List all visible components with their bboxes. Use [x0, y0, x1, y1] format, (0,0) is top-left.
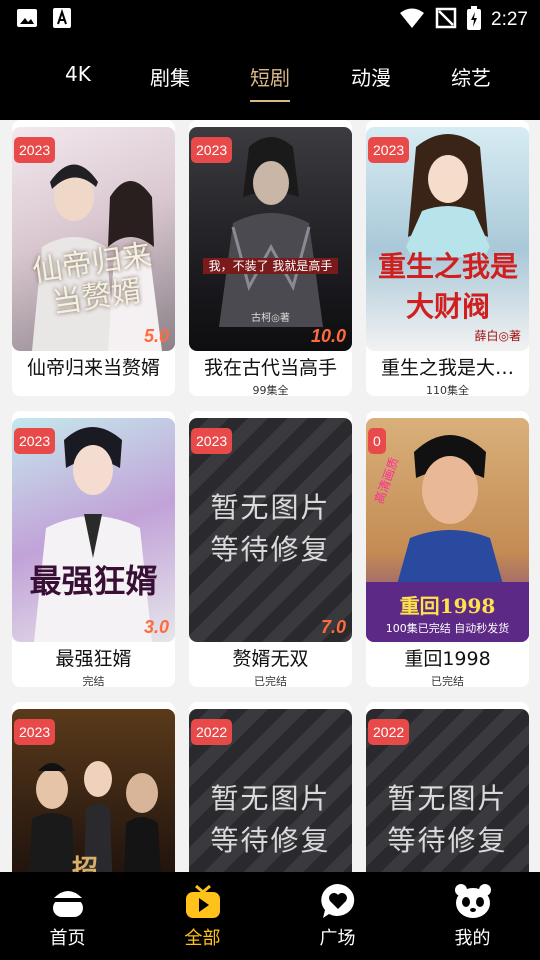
drama-poster-placeholder: 暂无图片 等待修复 2022	[366, 709, 529, 872]
no-image-text: 暂无图片	[387, 782, 508, 815]
tab-short-drama[interactable]: 短剧	[250, 62, 290, 91]
poster-title-art: 我，不装了 我就是高手	[202, 258, 339, 274]
bottom-nav: 首页 全部 广场 我的	[0, 872, 540, 960]
heart-bubble-icon	[319, 882, 357, 920]
drama-poster-placeholder: 暂无图片 等待修复 2023 7.0	[189, 418, 352, 642]
poster-author: 薛白◎著	[474, 329, 521, 343]
nav-label: 首页	[49, 928, 86, 949]
drama-title: 我在古代当高手	[203, 357, 337, 379]
tab-series[interactable]: 剧集	[150, 62, 190, 91]
nav-home[interactable]: 首页	[0, 872, 135, 960]
poster-tagline: 我，不装了 我就是高手	[189, 257, 352, 274]
poster-title-art: 重生之我是大财阀	[377, 250, 518, 323]
poster-author: 古柯◎著	[251, 313, 290, 324]
drama-card[interactable]: 招 2023	[12, 702, 175, 872]
drama-card[interactable]: 最强狂婿 2023 3.0 最强狂婿 完结	[12, 411, 175, 687]
rating-score: 3.0	[143, 617, 169, 637]
year-badge: 2023	[191, 137, 233, 163]
drama-episodes: 已完结	[254, 675, 287, 687]
no-signal-icon	[435, 7, 457, 33]
battery-charging-icon	[467, 6, 482, 34]
home-icon	[49, 882, 87, 920]
drama-card[interactable]: 我，不装了 我就是高手 古柯◎著 2023 10.0 我在古代当高手 99集全	[189, 120, 352, 396]
drama-poster: 我，不装了 我就是高手 古柯◎著 2023 10.0	[189, 127, 352, 351]
tab-4k[interactable]: 4K	[65, 62, 91, 86]
drama-episodes: 110集全	[426, 384, 469, 396]
drama-card[interactable]: 暂无图片 等待修复 2022	[366, 702, 529, 872]
drama-card[interactable]: 重回1998 100集已完结 自动秒发货 高清画质 0 重回1998 已完结	[366, 411, 529, 687]
poster-title-art: 重回1998	[399, 594, 496, 618]
drama-poster: 仙帝归来当赘婿 2023 5.0	[12, 127, 175, 351]
pending-fix-text: 等待修复	[210, 533, 331, 566]
drama-grid: 仙帝归来当赘婿 2023 5.0 仙帝归来当赘婿 我，不装了 我就是高手 古柯◎…	[0, 120, 540, 872]
no-image-text: 暂无图片	[210, 491, 331, 524]
drama-card[interactable]: 暂无图片 等待修复 2023 7.0 赘婿无双 已完结	[189, 411, 352, 687]
drama-poster: 重回1998 100集已完结 自动秒发货 高清画质 0	[366, 418, 529, 642]
year-badge: 0	[368, 428, 386, 454]
pending-fix-text: 等待修复	[210, 824, 331, 857]
drama-poster-placeholder: 暂无图片 等待修复 2022	[189, 709, 352, 872]
drama-poster: 招 2023	[12, 709, 175, 872]
drama-episodes: 已完结	[431, 675, 464, 687]
drama-title: 重回1998	[404, 648, 491, 670]
poster-banner: 100集已完结 自动秒发货	[385, 622, 510, 635]
no-image-text: 暂无图片	[210, 782, 331, 815]
drama-episodes: 完结	[82, 675, 105, 687]
poster-title-art: 最强狂婿	[29, 562, 158, 600]
wifi-icon	[399, 7, 425, 33]
rating-score: 5.0	[143, 326, 169, 346]
tv-icon	[184, 882, 222, 920]
drama-card[interactable]: 重生之我是大财阀 薛白◎著 2023 重生之我是大… 110集全	[366, 120, 529, 396]
year-badge: 2023	[191, 428, 233, 454]
year-badge: 2022	[368, 719, 410, 745]
nav-label: 全部	[184, 928, 221, 949]
pending-fix-text: 等待修复	[387, 824, 508, 857]
drama-title: 仙帝归来当赘婿	[26, 357, 160, 379]
drama-card[interactable]: 仙帝归来当赘婿 2023 5.0 仙帝归来当赘婿	[12, 120, 175, 396]
tab-anime[interactable]: 动漫	[351, 62, 391, 91]
drama-poster: 重生之我是大财阀 薛白◎著 2023	[366, 127, 529, 351]
drama-card[interactable]: 暂无图片 等待修复 2022	[189, 702, 352, 872]
drama-episodes: 99集全	[252, 384, 289, 396]
nav-mine[interactable]: 我的	[405, 872, 540, 960]
active-tab-indicator	[250, 100, 290, 102]
nav-label: 广场	[319, 928, 356, 949]
year-badge: 2023	[368, 137, 410, 163]
drama-poster: 最强狂婿 2023 3.0	[12, 418, 175, 642]
year-badge: 2022	[191, 719, 233, 745]
clock-time: 2:27	[491, 9, 528, 30]
year-badge: 2023	[14, 137, 56, 163]
nav-label: 我的	[454, 928, 491, 949]
nav-all[interactable]: 全部	[135, 872, 270, 960]
year-badge: 2023	[14, 428, 56, 454]
drama-title: 重生之我是大…	[380, 357, 514, 379]
rating-score: 7.0	[320, 617, 346, 637]
panda-icon	[454, 882, 492, 920]
gallery-icon	[16, 7, 38, 33]
poster-title-art: 招	[72, 855, 99, 872]
drama-title: 赘婿无双	[232, 648, 309, 670]
year-badge: 2023	[14, 719, 56, 745]
status-bar: 2:27	[0, 0, 540, 36]
drama-title: 最强狂婿	[55, 648, 132, 670]
nav-square[interactable]: 广场	[270, 872, 405, 960]
tab-variety[interactable]: 综艺	[451, 62, 491, 91]
rating-score: 10.0	[310, 326, 346, 346]
text-a-icon	[52, 7, 72, 33]
category-tabs: 4K 剧集 短剧 动漫 综艺	[0, 36, 540, 120]
